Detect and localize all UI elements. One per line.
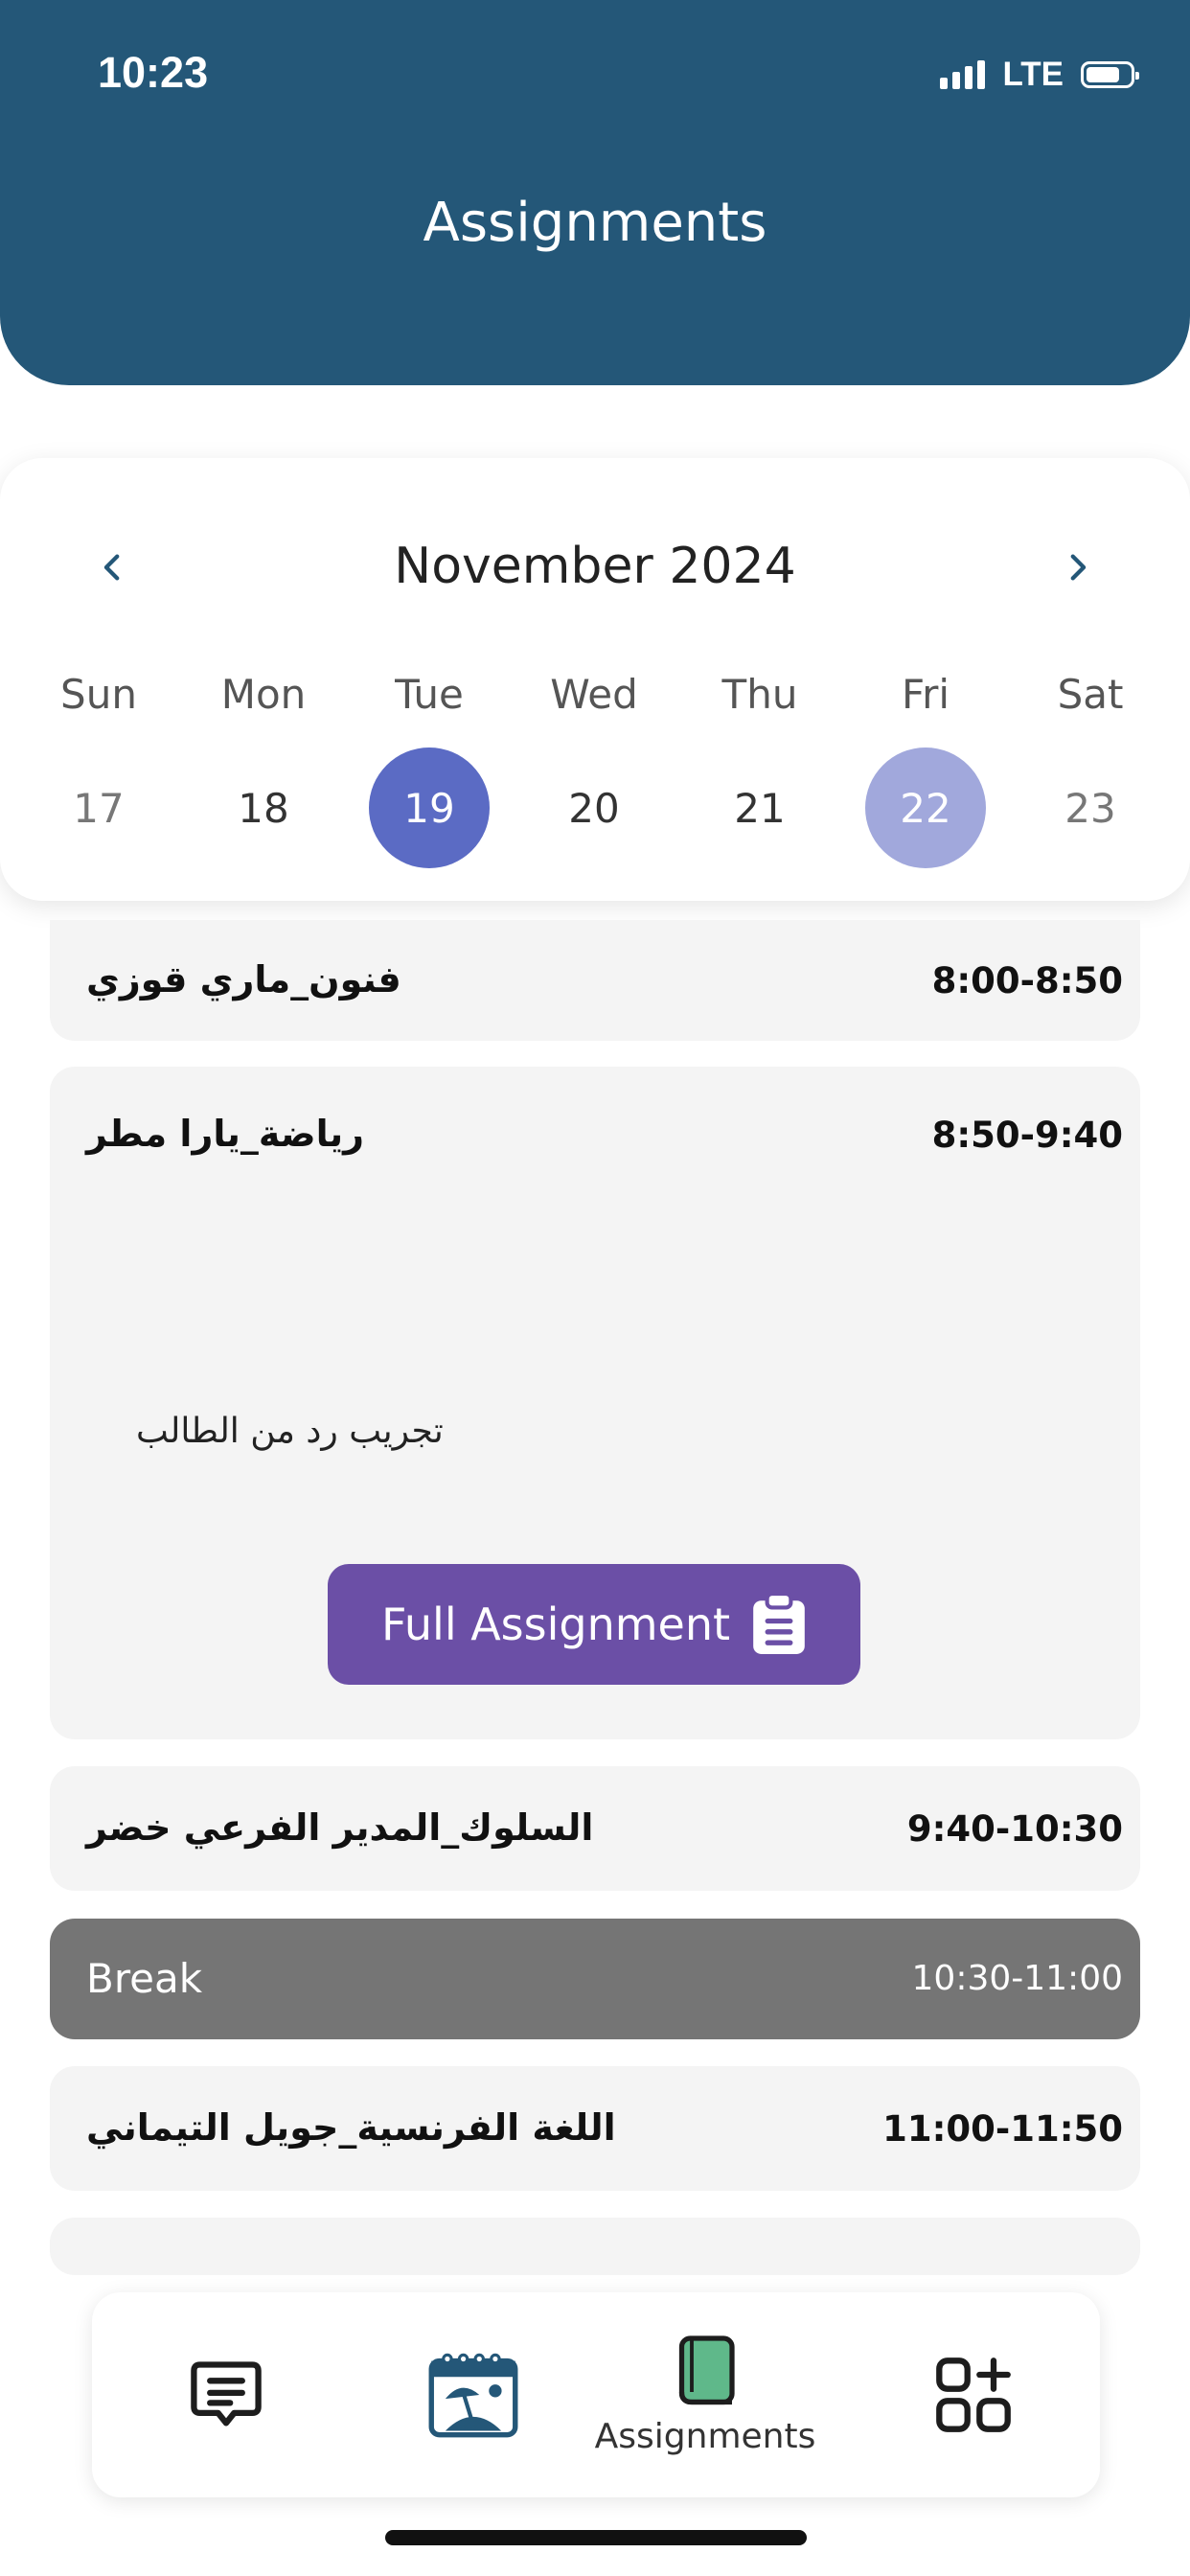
slot-time: 9:40-10:30 [906,1808,1123,1850]
date-17[interactable]: 17 [38,748,159,868]
student-reply: تجريب رد من الطالب [136,1412,444,1451]
nav-vacation-calendar[interactable] [406,2292,540,2497]
date-21[interactable]: 21 [699,748,820,868]
date-22[interactable]: 22 [865,748,986,868]
message-icon [191,2361,262,2426]
nav-messages[interactable] [159,2292,293,2497]
network-label: LTE [1002,56,1064,93]
signal-icon [940,60,986,89]
date-18[interactable]: 18 [203,748,324,868]
next-month-button[interactable] [1048,539,1106,596]
weekday-tue: Tue [395,671,464,718]
full-assignment-button[interactable]: Full Assignment [328,1564,860,1685]
book-icon [678,2334,735,2404]
weekday-fri: Fri [901,671,950,718]
break-time: 10:30-11:00 [911,1959,1123,1998]
apps-add-icon [936,2358,1011,2432]
break-slot: Break 10:30-11:00 [50,1919,1140,2039]
slot-subject: رياضة_يارا مطر [86,1113,365,1155]
nav-assignments-label: Assignments [594,2416,816,2456]
full-assignment-label: Full Assignment [380,1598,731,1650]
nav-assignments-active[interactable]: Assignments [590,2292,820,2497]
date-19-selected[interactable]: 19 [369,748,490,868]
status-time: 10:23 [98,48,209,97]
slot-time: 8:00-8:50 [931,960,1123,1001]
month-label: November 2024 [394,538,796,595]
chevron-right-icon [1070,554,1087,581]
battery-icon [1081,61,1139,88]
weekday-mon: Mon [220,671,307,718]
weekday-wed: Wed [550,671,638,718]
slot-subject: فنون_ماري قوزي [86,958,401,1000]
weekday-sat: Sat [1057,671,1124,718]
weekday-thu: Thu [721,671,798,718]
bottom-navigation: Assignments [92,2292,1100,2497]
slot-time: 11:00-11:50 [882,2108,1123,2150]
schedule-slot[interactable]: فنون_ماري قوزي 8:00-8:50 [50,920,1140,1041]
date-20[interactable]: 20 [534,748,654,868]
slot-time: 8:50-9:40 [931,1115,1123,1156]
schedule-slot[interactable]: السلوك_المدير الفرعي خضر 9:40-10:30 [50,1766,1140,1891]
schedule-slot-expanded[interactable]: رياضة_يارا مطر 8:50-9:40 تجريب رد من الط… [50,1067,1140,1739]
clipboard-icon [753,1593,805,1654]
nav-more-apps[interactable] [906,2292,1041,2497]
home-indicator [385,2530,807,2545]
break-label: Break [86,1955,203,2002]
vacation-calendar-icon [428,2353,518,2438]
weekday-sun: Sun [60,671,137,718]
slot-subject: اللغة الفرنسية_جويل التيماني [86,2106,616,2149]
status-indicators: LTE [940,56,1139,94]
page-title: Assignments [423,192,767,254]
schedule-slot-partial [50,2218,1140,2275]
slot-subject: السلوك_المدير الفرعي خضر [86,1806,594,1849]
date-23[interactable]: 23 [1030,748,1151,868]
schedule-slot[interactable]: اللغة الفرنسية_جويل التيماني 11:00-11:50 [50,2066,1140,2191]
